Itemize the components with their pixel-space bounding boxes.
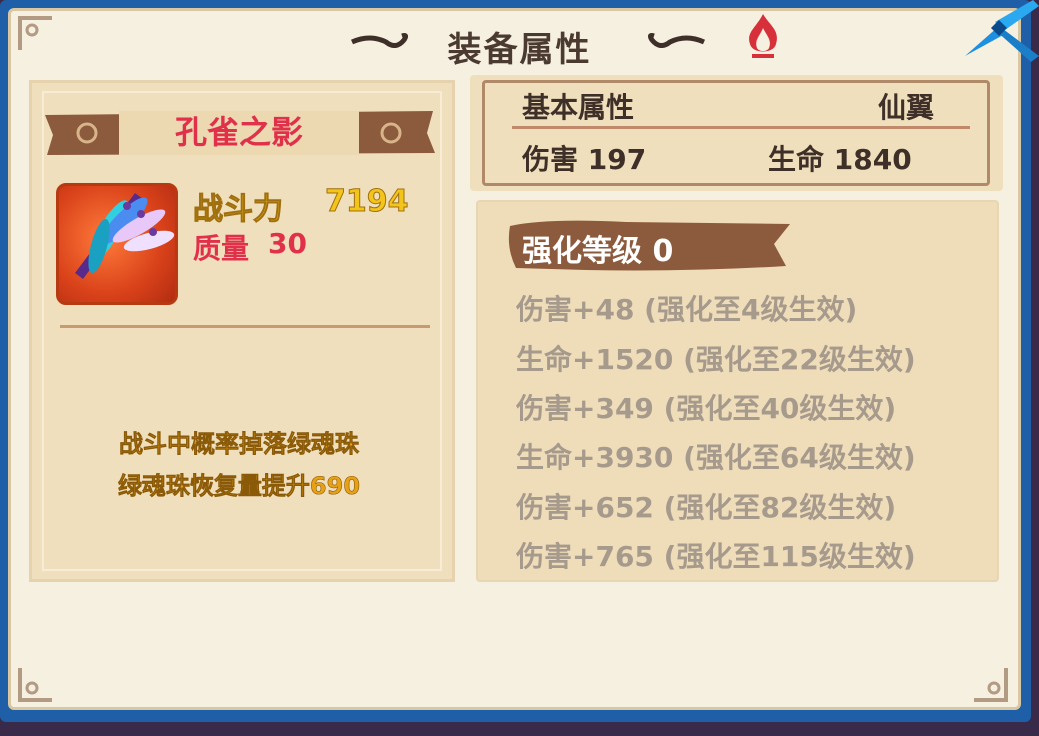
quality-value: 30 — [268, 227, 307, 260]
enhance-bonus: 生命+3930 (强化至64级生效) — [516, 441, 916, 474]
power-label: 战斗力 — [193, 192, 284, 228]
enhance-bonus: 生命+1520 (强化至22级生效) — [516, 343, 916, 376]
basic-attributes-title: 基本属性 — [522, 91, 635, 124]
item-divider — [60, 325, 430, 328]
title-ornament-right-icon — [647, 33, 706, 48]
stat-damage: 伤害 197 — [522, 143, 647, 176]
enhance-level: 强化等级 0 — [522, 234, 674, 269]
corner-ornament-icon — [18, 668, 52, 702]
close-button[interactable] — [955, 0, 1039, 62]
flame-emblem-icon — [749, 14, 777, 58]
quality-label: 质量 — [193, 232, 250, 265]
effect-line-1: 战斗中概率掉落绿魂珠 — [119, 430, 360, 459]
enhance-bonus: 伤害+48 (强化至4级生效) — [516, 293, 858, 326]
item-name: 孔雀之影 — [174, 113, 303, 151]
power-value: 7194 — [325, 184, 409, 220]
enhance-bonus: 伤害+652 (强化至82级生效) — [516, 491, 897, 524]
stat-health: 生命 1840 — [768, 143, 912, 176]
enhance-bonus: 伤害+349 (强化至40级生效) — [516, 392, 897, 425]
effect-line-2: 绿魂珠恢复量提升690 — [117, 472, 361, 501]
corner-ornament-icon — [974, 668, 1008, 702]
equipment-type: 仙翼 — [878, 91, 935, 124]
window-title: 装备属性 — [447, 30, 592, 70]
enhance-bonus: 伤害+765 (强化至115级生效) — [516, 540, 916, 573]
basic-divider — [512, 126, 970, 129]
peacock-feather-wing-icon[interactable] — [56, 183, 178, 305]
